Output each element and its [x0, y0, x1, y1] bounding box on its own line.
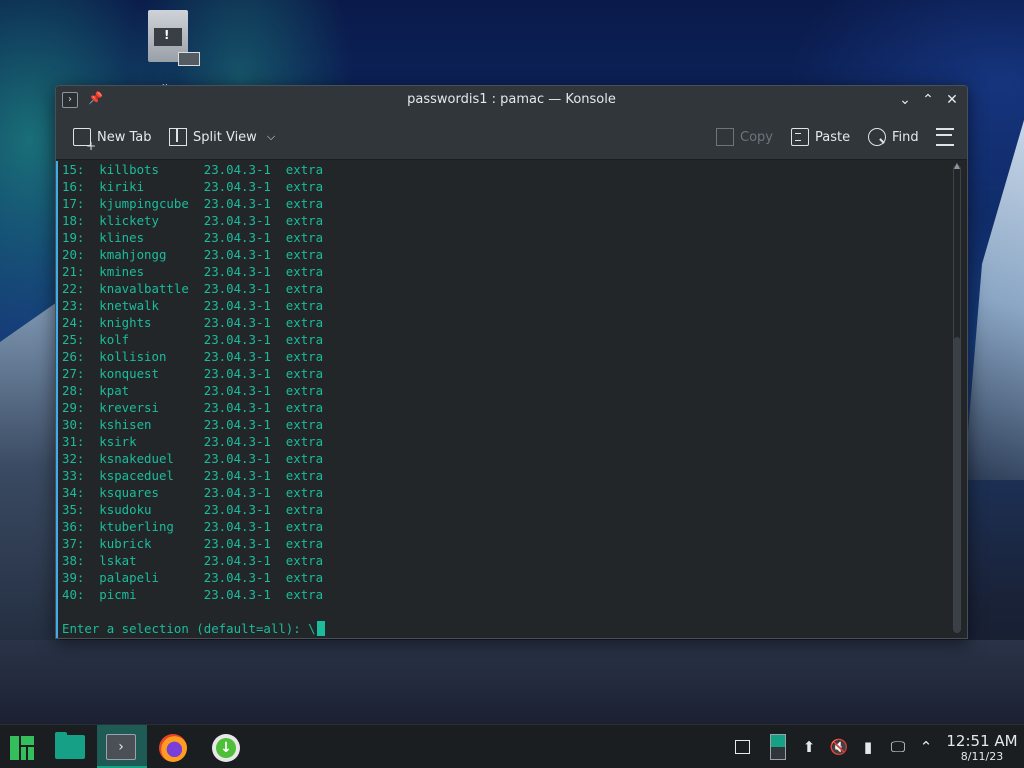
desktop-file-icon[interactable]: ! pollyma: [140, 8, 200, 90]
minimize-button[interactable]: ⌄: [895, 90, 915, 110]
titlebar[interactable]: › 📌 passwordis1 : pamac — Konsole ⌄ ⌃ ✕: [56, 86, 967, 114]
chevron-down-icon[interactable]: ⌵: [267, 130, 275, 144]
terminal-line: 40: picmi 23.04.3-1 extra: [62, 587, 324, 602]
terminal-prompt[interactable]: Enter a selection (default=all): \: [62, 620, 325, 637]
terminal-line: 30: kshisen 23.04.3-1 extra: [62, 417, 324, 432]
volume-muted-icon[interactable]: 🔇: [829, 737, 849, 757]
window-title: passwordis1 : pamac — Konsole: [407, 92, 616, 107]
show-desktop-icon[interactable]: [735, 740, 750, 754]
text-cursor: [316, 621, 325, 636]
split-view-icon: [169, 128, 187, 146]
task-files[interactable]: [48, 725, 98, 768]
link-badge-icon: [178, 52, 200, 66]
scrollbar-thumb[interactable]: [954, 337, 960, 633]
terminal-line: 23: knetwalk 23.04.3-1 extra: [62, 298, 324, 313]
konsole-icon: ›: [106, 734, 136, 760]
prompt-text: Enter a selection (default=all): \: [62, 621, 316, 636]
terminal-line: 38: lskat 23.04.3-1 extra: [62, 553, 324, 568]
terminal-area[interactable]: 15: killbots 23.04.3-1 extra 16: kiriki 2…: [56, 161, 967, 638]
toolbar: New Tab Split View ⌵ Copy Paste Find: [56, 114, 967, 160]
close-button[interactable]: ✕: [942, 90, 962, 110]
terminal-line: 37: kubrick 23.04.3-1 extra: [62, 536, 324, 551]
paste-label: Paste: [815, 129, 851, 145]
copy-icon: [716, 128, 734, 146]
terminal-line: 35: ksudoku 23.04.3-1 extra: [62, 502, 324, 517]
chevron-up-icon[interactable]: ⌃: [916, 737, 936, 757]
terminal-line: 32: ksnakeduel 23.04.3-1 extra: [62, 451, 324, 466]
clock[interactable]: 12:51 AM 8/11/23: [944, 732, 1020, 764]
terminal-line: 28: kpat 23.04.3-1 extra: [62, 383, 324, 398]
terminal-line: 31: ksirk 23.04.3-1 extra: [62, 434, 324, 449]
terminal-line: 20: kmahjongg 23.04.3-1 extra: [62, 247, 324, 262]
terminal-line: 24: knights 23.04.3-1 extra: [62, 315, 324, 330]
clock-date: 8/11/23: [960, 750, 1004, 763]
terminal-line: 18: klickety 23.04.3-1 extra: [62, 213, 324, 228]
terminal-output: 15: killbots 23.04.3-1 extra 16: kiriki 2…: [62, 161, 323, 603]
maximize-button[interactable]: ⌃: [918, 90, 938, 110]
terminal-line: 16: kiriki 23.04.3-1 extra: [62, 179, 324, 194]
task-konsole[interactable]: ›: [97, 725, 147, 768]
split-view-button[interactable]: Split View ⌵: [169, 126, 275, 148]
hamburger-menu-icon: [936, 128, 954, 146]
clock-time: 12:51 AM: [946, 732, 1018, 750]
hamburger-menu-button[interactable]: [936, 126, 954, 148]
background-mountain: [964, 120, 1024, 480]
app-launcher-button[interactable]: [0, 725, 50, 768]
network-icon[interactable]: 🖵: [888, 737, 908, 757]
taskbar: › ⬆ 🔇 ▮ 🖵 ⌃ 12:51 AM 8/11/23: [0, 724, 1024, 768]
konsole-window: › 📌 passwordis1 : pamac — Konsole ⌄ ⌃ ✕ …: [55, 85, 968, 639]
new-tab-button[interactable]: New Tab: [73, 126, 152, 153]
copy-label: Copy: [740, 129, 773, 145]
copy-button[interactable]: Copy: [716, 126, 773, 148]
pager-icon[interactable]: [770, 734, 786, 760]
terminal-line: 21: kmines 23.04.3-1 extra: [62, 264, 324, 279]
background-ground: [0, 640, 1024, 724]
scroll-up-icon[interactable]: ▲: [954, 161, 960, 170]
paste-button[interactable]: Paste: [791, 126, 850, 148]
terminal-line: 22: knavalbattle 23.04.3-1 extra: [62, 281, 324, 296]
split-view-label: Split View: [193, 129, 257, 145]
find-button[interactable]: Find: [868, 126, 919, 148]
paste-icon: [791, 128, 809, 146]
usb-device-icon[interactable]: ▮: [858, 737, 878, 757]
terminal-line: 17: kjumpingcube 23.04.3-1 extra: [62, 196, 324, 211]
manjaro-menu-icon: [10, 736, 34, 760]
search-icon: [868, 128, 886, 146]
terminal-line: 19: klines 23.04.3-1 extra: [62, 230, 324, 245]
terminal-line: 25: kolf 23.04.3-1 extra: [62, 332, 324, 347]
files-icon: [55, 732, 85, 759]
terminal-line: 15: killbots 23.04.3-1 extra: [62, 162, 324, 177]
terminal-line: 29: kreversi 23.04.3-1 extra: [62, 400, 324, 415]
pamac-icon[interactable]: [212, 734, 240, 762]
find-label: Find: [892, 129, 919, 145]
update-icon[interactable]: ⬆: [799, 737, 819, 757]
new-tab-label: New Tab: [97, 129, 152, 145]
firefox-icon[interactable]: [159, 734, 187, 762]
terminal-line: 36: ktuberling 23.04.3-1 extra: [62, 519, 324, 534]
terminal-line: 33: kspaceduel 23.04.3-1 extra: [62, 468, 324, 483]
terminal-line: 27: konquest 23.04.3-1 extra: [62, 366, 324, 381]
terminal-line: 39: palapeli 23.04.3-1 extra: [62, 570, 324, 585]
terminal-line: 34: ksquares 23.04.3-1 extra: [62, 485, 324, 500]
terminal-line: 26: kollision 23.04.3-1 extra: [62, 349, 324, 364]
new-tab-icon: [73, 128, 96, 153]
